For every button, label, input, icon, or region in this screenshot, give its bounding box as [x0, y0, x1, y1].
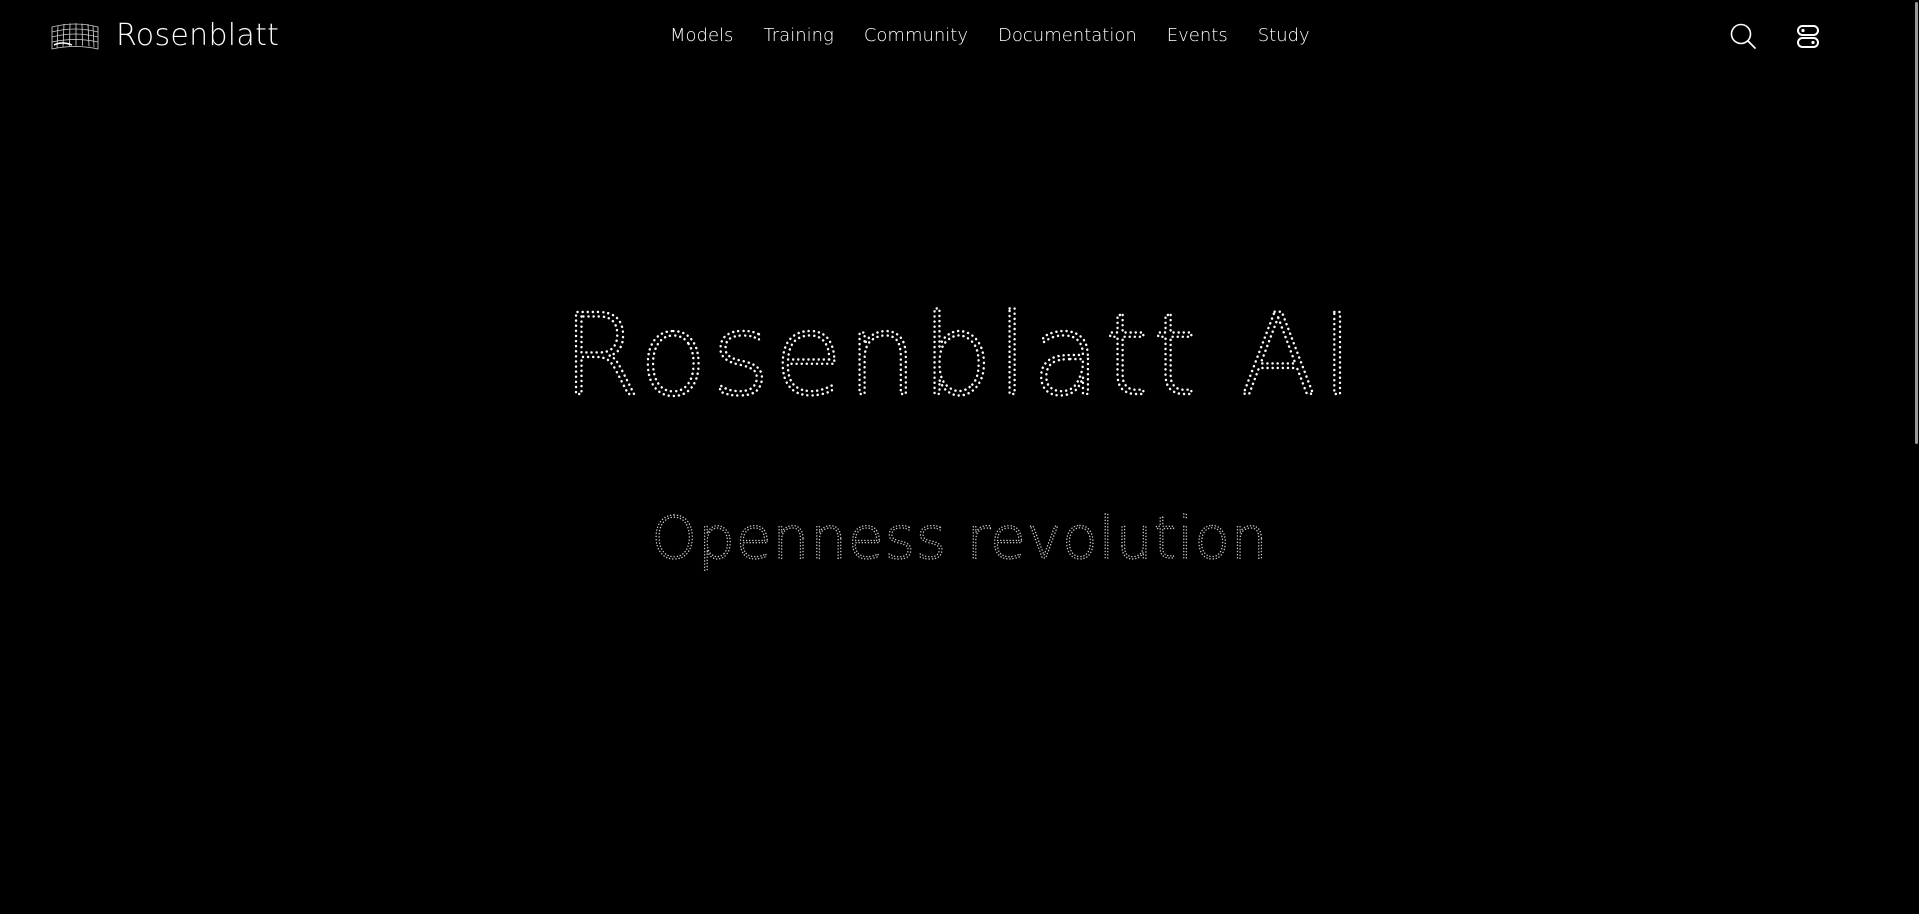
- nav-events[interactable]: Events: [1167, 24, 1228, 48]
- site-header: Rosenblatt Models Training Community Doc…: [0, 0, 1919, 72]
- page-scrollbar[interactable]: [1913, 0, 1919, 914]
- nav-documentation[interactable]: Documentation: [998, 24, 1137, 48]
- main-nav: Models Training Community Documentation …: [670, 24, 1310, 48]
- brand-name: Rosenblatt: [116, 18, 280, 53]
- hero-title-text: Rosenblatt AI: [562, 291, 1357, 416]
- menu-toggle-icon: [1797, 25, 1819, 48]
- nav-training[interactable]: Training: [763, 24, 833, 48]
- brand-home-link[interactable]: Rosenblatt: [50, 16, 279, 56]
- page: Rosenblatt Models Training Community Doc…: [0, 0, 1919, 914]
- search-icon: [1730, 23, 1756, 49]
- nav-community[interactable]: Community: [864, 24, 968, 48]
- hero-title: Rosenblatt AI: [561, 290, 1357, 416]
- nav-models[interactable]: Models: [670, 24, 733, 48]
- hero-subtitle-text: Openness revolution: [651, 504, 1268, 572]
- scrollbar-thumb[interactable]: [1915, 2, 1918, 444]
- hero-subtitle: Openness revolution: [651, 503, 1269, 572]
- search-button[interactable]: [1729, 22, 1757, 50]
- menu-toggle-button[interactable]: [1796, 24, 1820, 50]
- wireframe-mesh-logo-icon: [51, 23, 99, 50]
- nav-study[interactable]: Study: [1258, 24, 1310, 48]
